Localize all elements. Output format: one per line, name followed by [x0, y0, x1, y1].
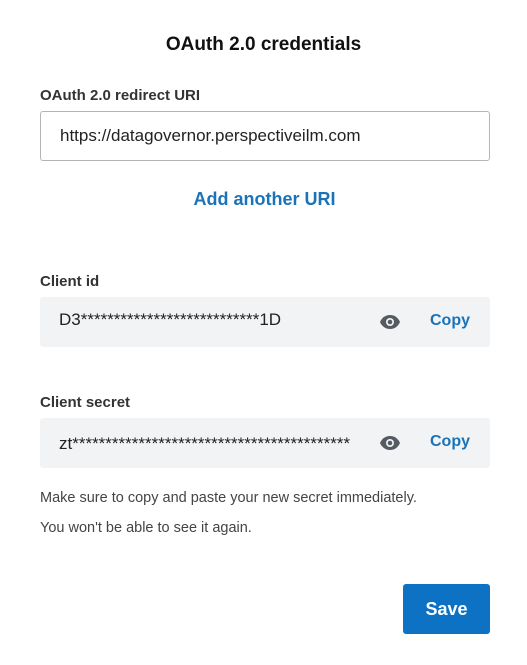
client-id-label: Client id: [40, 273, 100, 290]
eye-icon[interactable]: [378, 431, 402, 455]
save-button[interactable]: Save: [403, 584, 490, 634]
secret-warning-line-2: You won't be able to see it again.: [40, 520, 252, 536]
client-secret-field: zt**************************************…: [40, 418, 490, 468]
redirect-uri-label: OAuth 2.0 redirect URI: [40, 87, 201, 104]
eye-icon[interactable]: [378, 310, 402, 334]
secret-warning-line-1: Make sure to copy and paste your new sec…: [40, 490, 417, 506]
redirect-uri-input[interactable]: [40, 111, 490, 161]
client-id-field: D3***************************1D Copy: [40, 297, 490, 347]
copy-client-id-button[interactable]: Copy: [430, 312, 470, 330]
client-secret-value: zt**************************************…: [59, 434, 351, 453]
client-secret-label: Client secret: [40, 394, 131, 411]
client-id-value: D3***************************1D: [59, 310, 282, 329]
copy-client-secret-button[interactable]: Copy: [430, 433, 470, 451]
add-another-uri-link[interactable]: Add another URI: [0, 189, 527, 210]
dialog-title: OAuth 2.0 credentials: [165, 34, 362, 55]
